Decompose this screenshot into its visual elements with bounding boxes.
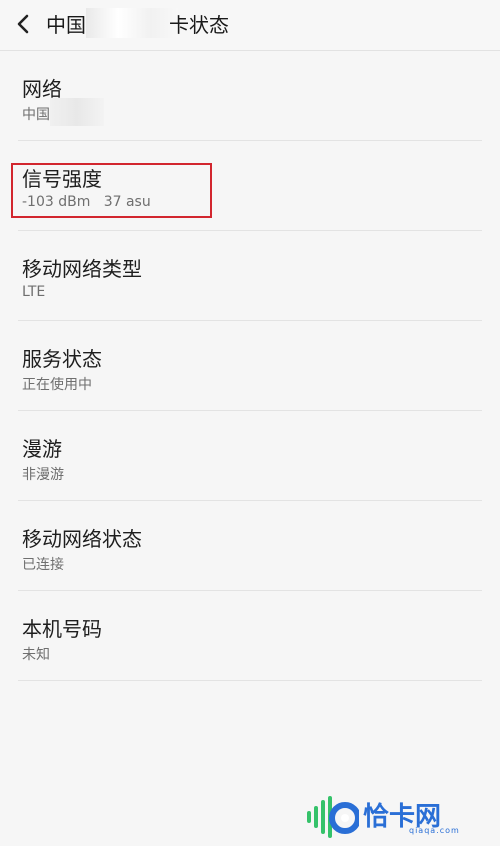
page-title-prefix: 中国	[46, 12, 86, 37]
list-item-network-type[interactable]: 移动网络类型 LTE	[0, 231, 500, 321]
watermark-mark	[305, 794, 361, 840]
divider	[18, 680, 482, 681]
chevron-left-icon	[17, 14, 29, 34]
item-title: 信号强度	[22, 167, 102, 191]
sim-status-list: 网络 中国 信号强度 -103 dBm 37 asu 移动网络类型 LTE 服务…	[0, 51, 500, 681]
item-title: 服务状态	[22, 347, 102, 371]
redaction-mask	[50, 98, 104, 126]
network-operator-value: 中国	[22, 107, 50, 123]
item-subtitle: LTE	[22, 284, 46, 300]
item-subtitle: -103 dBm 37 asu	[22, 194, 151, 210]
list-item-roaming[interactable]: 漫游 非漫游	[0, 411, 500, 501]
list-item-signal-strength[interactable]: 信号强度 -103 dBm 37 asu	[0, 141, 500, 231]
item-subtitle: 正在使用中	[22, 377, 92, 393]
item-title: 移动网络类型	[22, 257, 142, 281]
page-title-suffix: 卡状态	[169, 12, 229, 37]
watermark-domain: qiaqa.com	[409, 826, 460, 835]
list-item-mobile-network-state[interactable]: 移动网络状态 已连接	[0, 501, 500, 591]
item-subtitle: 未知	[22, 647, 50, 663]
watermark-logo: 恰卡网 qiaqa.com	[305, 793, 459, 841]
redaction-mask	[86, 8, 178, 38]
list-item-network[interactable]: 网络 中国	[0, 51, 500, 141]
item-title: 漫游	[22, 437, 62, 461]
item-title: 移动网络状态	[22, 527, 142, 551]
item-subtitle: 已连接	[22, 557, 64, 573]
list-item-service-state[interactable]: 服务状态 正在使用中	[0, 321, 500, 411]
item-subtitle: 中国	[22, 98, 104, 126]
item-title: 本机号码	[22, 617, 102, 641]
page-title: 中国 卡状态	[46, 8, 229, 38]
item-subtitle: 非漫游	[22, 467, 64, 483]
top-app-bar: 中国 卡状态	[0, 0, 500, 51]
back-button[interactable]	[8, 6, 38, 42]
list-item-phone-number[interactable]: 本机号码 未知	[0, 591, 500, 681]
